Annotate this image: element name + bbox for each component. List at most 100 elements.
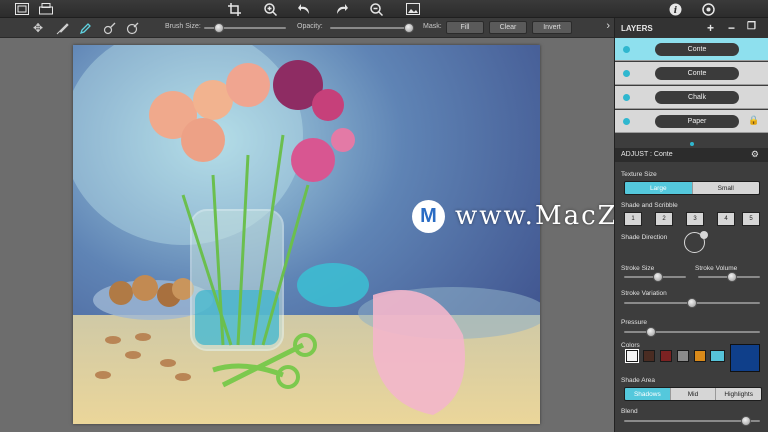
shade-value-4[interactable]: 4: [717, 212, 735, 226]
preset-icon[interactable]: ⚙: [751, 149, 759, 160]
crop-icon[interactable]: [226, 1, 242, 17]
slider-thumb[interactable]: [727, 272, 738, 282]
adjust-title: ADJUST : Conte: [621, 151, 673, 158]
watermark-logo: M: [412, 199, 445, 233]
svg-text:i: i: [673, 6, 677, 16]
slider-thumb[interactable]: [687, 298, 697, 308]
blend-label: Blend: [621, 408, 638, 415]
color-swatch[interactable]: [625, 349, 639, 363]
pressure-label: Pressure: [621, 319, 648, 326]
texture-small-option[interactable]: Small: [692, 182, 759, 194]
right-panel: LAYERS + − ❐ Conte Conte Chalk Paper 🔒 A…: [614, 18, 768, 432]
shade-area-mid-option[interactable]: Mid: [670, 388, 717, 400]
options-bar: ✥ Brush Size: Opacity: Mask: Fill Clear …: [0, 18, 614, 38]
layer-row[interactable]: Paper 🔒: [615, 110, 768, 133]
stroke-variation-slider[interactable]: [624, 298, 760, 308]
layer-name: Conte: [655, 43, 739, 56]
slider-track: [624, 420, 760, 422]
shade-direction-dial[interactable]: [684, 231, 708, 253]
chevron-right-icon[interactable]: ›: [606, 20, 610, 32]
fit-screen-icon[interactable]: [405, 1, 421, 17]
pencil-tool-icon[interactable]: [77, 20, 93, 36]
lock-icon[interactable]: 🔒: [748, 115, 759, 126]
app-window: i ✥ Brush Size: Opacity: Mask: Fill Clea…: [0, 0, 768, 432]
remove-layer-icon[interactable]: −: [728, 21, 735, 35]
color-swatch[interactable]: [677, 350, 689, 362]
shade-direction-label: Shade Direction: [621, 234, 668, 241]
shade-value-1[interactable]: 1: [624, 212, 642, 226]
layer-visibility-icon[interactable]: [623, 118, 630, 125]
invert-button[interactable]: Invert: [532, 21, 572, 34]
info-icon[interactable]: i: [667, 1, 683, 17]
zoom-in-icon[interactable]: [262, 1, 278, 17]
slider-thumb[interactable]: [646, 327, 657, 337]
stroke-variation-label: Stroke Variation: [621, 290, 667, 297]
mask-brush-icon[interactable]: [101, 20, 117, 36]
layers-title: LAYERS: [621, 23, 653, 33]
zoom-out-icon[interactable]: [368, 1, 384, 17]
layer-visibility-icon[interactable]: [623, 46, 630, 53]
settings-icon[interactable]: [700, 1, 716, 17]
shade-scribble-label: Shade and Scribble: [621, 202, 678, 209]
slider-thumb[interactable]: [653, 272, 664, 282]
dial-knob[interactable]: [700, 231, 708, 239]
mask-label: Mask:: [423, 23, 442, 30]
brush-size-label: Brush Size:: [165, 23, 201, 30]
artwork-image: [73, 45, 540, 424]
artwork-canvas[interactable]: [73, 45, 540, 424]
duplicate-layer-icon[interactable]: ❐: [747, 21, 756, 32]
slider-thumb[interactable]: [403, 23, 414, 33]
add-layer-icon[interactable]: +: [707, 21, 714, 35]
slider-track: [330, 27, 412, 29]
brush-tool-icon[interactable]: [54, 20, 70, 36]
slider-track: [624, 331, 760, 333]
layer-name: Chalk: [655, 91, 739, 104]
color-picker-swatch[interactable]: [710, 350, 725, 362]
brush-size-slider[interactable]: [204, 23, 286, 33]
stroke-size-label: Stroke Size: [621, 265, 655, 272]
current-color-swatch[interactable]: [730, 344, 760, 372]
clear-button[interactable]: Clear: [489, 21, 527, 34]
fill-button[interactable]: Fill: [446, 21, 484, 34]
texture-size-toggle[interactable]: Large Small: [624, 181, 760, 195]
layer-visibility-icon[interactable]: [623, 70, 630, 77]
print-icon[interactable]: [38, 1, 54, 17]
top-toolbar: i: [0, 0, 768, 18]
image-icon[interactable]: [14, 1, 30, 17]
adjust-header: ADJUST : Conte ⚙: [615, 148, 768, 162]
layer-row[interactable]: Conte: [615, 38, 768, 61]
layer-name: Conte: [655, 67, 739, 80]
layer-row[interactable]: Chalk: [615, 86, 768, 109]
stroke-volume-label: Stroke Volume: [695, 265, 738, 272]
panel-divider-handle[interactable]: [690, 142, 694, 146]
layer-row[interactable]: Conte: [615, 62, 768, 85]
layers-header: LAYERS + − ❐: [615, 18, 768, 38]
shade-value-2[interactable]: 2: [655, 212, 673, 226]
shade-value-3[interactable]: 3: [686, 212, 704, 226]
move-tool-icon[interactable]: ✥: [30, 20, 46, 36]
pressure-slider[interactable]: [624, 327, 760, 337]
shade-area-shadows-option[interactable]: Shadows: [625, 388, 671, 400]
shade-area-highlights-option[interactable]: Highlights: [716, 388, 761, 400]
mask-eraser-icon[interactable]: [124, 20, 140, 36]
shade-value-5[interactable]: 5: [742, 212, 760, 226]
shade-area-label: Shade Area: [621, 377, 655, 384]
texture-large-option[interactable]: Large: [625, 182, 693, 194]
shade-area-toggle[interactable]: Shadows Mid Highlights: [624, 387, 762, 401]
opacity-slider[interactable]: [330, 23, 414, 33]
colors-label: Colors: [621, 342, 640, 349]
texture-size-label: Texture Size: [621, 171, 657, 178]
layer-visibility-icon[interactable]: [623, 94, 630, 101]
stroke-volume-slider[interactable]: [698, 272, 760, 282]
color-swatch[interactable]: [660, 350, 672, 362]
slider-thumb[interactable]: [741, 416, 752, 426]
stroke-size-slider[interactable]: [624, 272, 686, 282]
color-swatch[interactable]: [694, 350, 706, 362]
undo-icon[interactable]: [296, 1, 312, 17]
blend-slider[interactable]: [624, 416, 760, 426]
layer-name: Paper: [655, 115, 739, 128]
opacity-label: Opacity:: [297, 23, 323, 30]
color-swatch[interactable]: [643, 350, 655, 362]
slider-thumb[interactable]: [213, 23, 224, 33]
redo-icon[interactable]: [333, 1, 349, 17]
